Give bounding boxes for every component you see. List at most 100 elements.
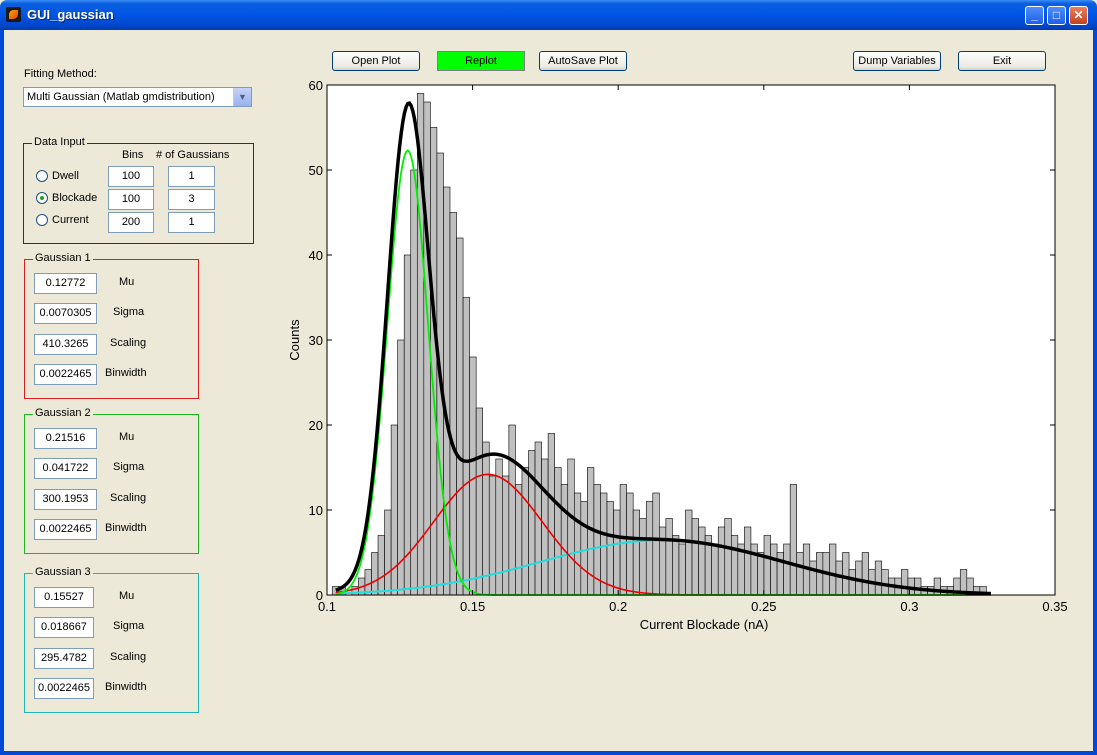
- data-input-title: Data Input: [32, 136, 87, 148]
- histogram-bar: [528, 450, 536, 596]
- replot-button[interactable]: Replot: [437, 51, 525, 71]
- histogram-bar: [966, 577, 974, 596]
- dwell-bins-input[interactable]: 100: [108, 166, 154, 187]
- current-bins-input[interactable]: 200: [108, 212, 154, 233]
- open-plot-button[interactable]: Open Plot: [332, 51, 420, 71]
- gaussian-2-scaling-input[interactable]: 300.1953: [34, 489, 97, 510]
- gaussian-curve-green: [335, 149, 991, 596]
- gaussian-2-title: Gaussian 2: [33, 407, 93, 419]
- gaussian-3-mu-input[interactable]: 0.15527: [34, 587, 94, 608]
- histogram-bars: [331, 93, 987, 596]
- histogram-bar: [613, 509, 621, 596]
- blockade-gaussians-input[interactable]: 3: [168, 189, 215, 210]
- histogram-bar: [783, 543, 791, 596]
- histogram-bar: [914, 577, 922, 596]
- histogram-bar: [534, 441, 542, 596]
- histogram-bar: [567, 458, 575, 596]
- title-bar[interactable]: GUI_gaussian _ □ ✕: [0, 0, 1097, 30]
- blockade-label: Blockade: [52, 192, 98, 204]
- fitting-method-value: Multi Gaussian (Matlab gmdistribution): [27, 91, 215, 103]
- current-label: Current: [52, 214, 89, 226]
- autosave-plot-button[interactable]: AutoSave Plot: [539, 51, 627, 71]
- dump-variables-button[interactable]: Dump Variables: [853, 51, 941, 71]
- histogram-bar: [685, 509, 693, 596]
- histogram-bar: [495, 458, 503, 596]
- gaussian-3-sigma-input[interactable]: 0.018667: [34, 617, 94, 638]
- histogram-bar: [351, 586, 359, 596]
- histogram-bar: [331, 586, 340, 596]
- histogram-bar: [776, 552, 784, 596]
- histogram-bar: [940, 586, 948, 596]
- minimize-button[interactable]: _: [1025, 6, 1044, 25]
- window-frame-left: [0, 30, 4, 755]
- histogram-bar: [848, 569, 856, 596]
- current-radio[interactable]: [36, 214, 48, 226]
- gaussian-1-sigma-input[interactable]: 0.0070305: [34, 303, 97, 324]
- gaussian-1-scaling-input[interactable]: 410.3265: [34, 334, 97, 355]
- y-tick-label: 10: [309, 503, 323, 518]
- histogram-bar: [717, 526, 726, 596]
- histogram-bar: [855, 560, 863, 596]
- histogram-bar: [600, 492, 608, 596]
- histogram-bar: [632, 509, 641, 596]
- histogram-bar: [645, 501, 654, 596]
- close-button[interactable]: ✕: [1069, 6, 1088, 25]
- histogram-bar: [737, 543, 745, 596]
- fitting-method-select[interactable]: Multi Gaussian (Matlab gmdistribution) ▼: [23, 87, 252, 107]
- gaussian-2-mu-label: Mu: [119, 431, 135, 443]
- histogram-bar: [933, 577, 941, 596]
- histogram-bar: [593, 484, 601, 596]
- histogram-bar: [959, 569, 968, 596]
- gaussian-3-binwidth-input[interactable]: 0.0022465: [34, 678, 94, 699]
- histogram-bar: [410, 169, 418, 596]
- y-tick-label: 30: [309, 333, 323, 348]
- histogram-bar: [573, 492, 582, 596]
- histogram-bar: [802, 543, 811, 596]
- current-gaussians-input[interactable]: 1: [168, 212, 215, 233]
- histogram-bar: [796, 552, 804, 596]
- x-tick-label: 0.35: [1042, 599, 1067, 614]
- gaussian-1-mu-input[interactable]: 0.12772: [34, 273, 97, 294]
- x-tick-label: 0.15: [460, 599, 485, 614]
- histogram-bar: [901, 569, 909, 596]
- histogram-bar: [384, 509, 392, 596]
- histogram-bar: [789, 484, 798, 596]
- gaussian-2-sigma-input[interactable]: 0.041722: [34, 458, 97, 479]
- dwell-gaussians-input[interactable]: 1: [168, 166, 215, 187]
- histogram-bar: [744, 526, 752, 596]
- histogram-bar: [436, 152, 444, 596]
- histogram-bar: [816, 552, 824, 596]
- histogram-bar: [364, 569, 372, 596]
- chevron-down-icon[interactable]: ▼: [233, 88, 251, 106]
- blockade-bins-input[interactable]: 100: [108, 189, 154, 210]
- histogram-bar: [416, 93, 425, 596]
- histogram-bar: [973, 586, 981, 596]
- histogram-bar: [521, 467, 529, 596]
- histogram-bar: [403, 254, 412, 596]
- dwell-radio[interactable]: [36, 170, 48, 182]
- histogram-bar: [443, 186, 451, 596]
- histogram-bar: [678, 543, 686, 596]
- gaussian-3-binwidth-label: Binwidth: [105, 681, 147, 693]
- y-tick-label: 40: [309, 248, 323, 263]
- maximize-button[interactable]: □: [1047, 6, 1066, 25]
- histogram-bar: [835, 560, 843, 596]
- gaussian-2-mu-input[interactable]: 0.21516: [34, 428, 97, 449]
- histogram-bar: [842, 552, 850, 596]
- total-fit-curve: [335, 101, 992, 596]
- blockade-radio[interactable]: [36, 192, 48, 204]
- histogram-bar: [881, 569, 889, 596]
- histogram-bar: [560, 484, 569, 596]
- gaussian-3-scaling-input[interactable]: 295.4782: [34, 648, 94, 669]
- exit-button[interactable]: Exit: [958, 51, 1046, 71]
- fit-curves: [335, 101, 992, 596]
- histogram-bar: [606, 501, 614, 596]
- histogram-bar: [462, 297, 470, 596]
- histogram-bar: [554, 467, 562, 596]
- histogram-bar: [927, 586, 935, 596]
- gaussian-1-binwidth-input[interactable]: 0.0022465: [34, 364, 97, 385]
- gaussian-2-binwidth-input[interactable]: 0.0022465: [34, 519, 97, 540]
- histogram-bar: [691, 518, 699, 596]
- histogram-bar: [750, 543, 758, 596]
- histogram-bar: [456, 237, 464, 596]
